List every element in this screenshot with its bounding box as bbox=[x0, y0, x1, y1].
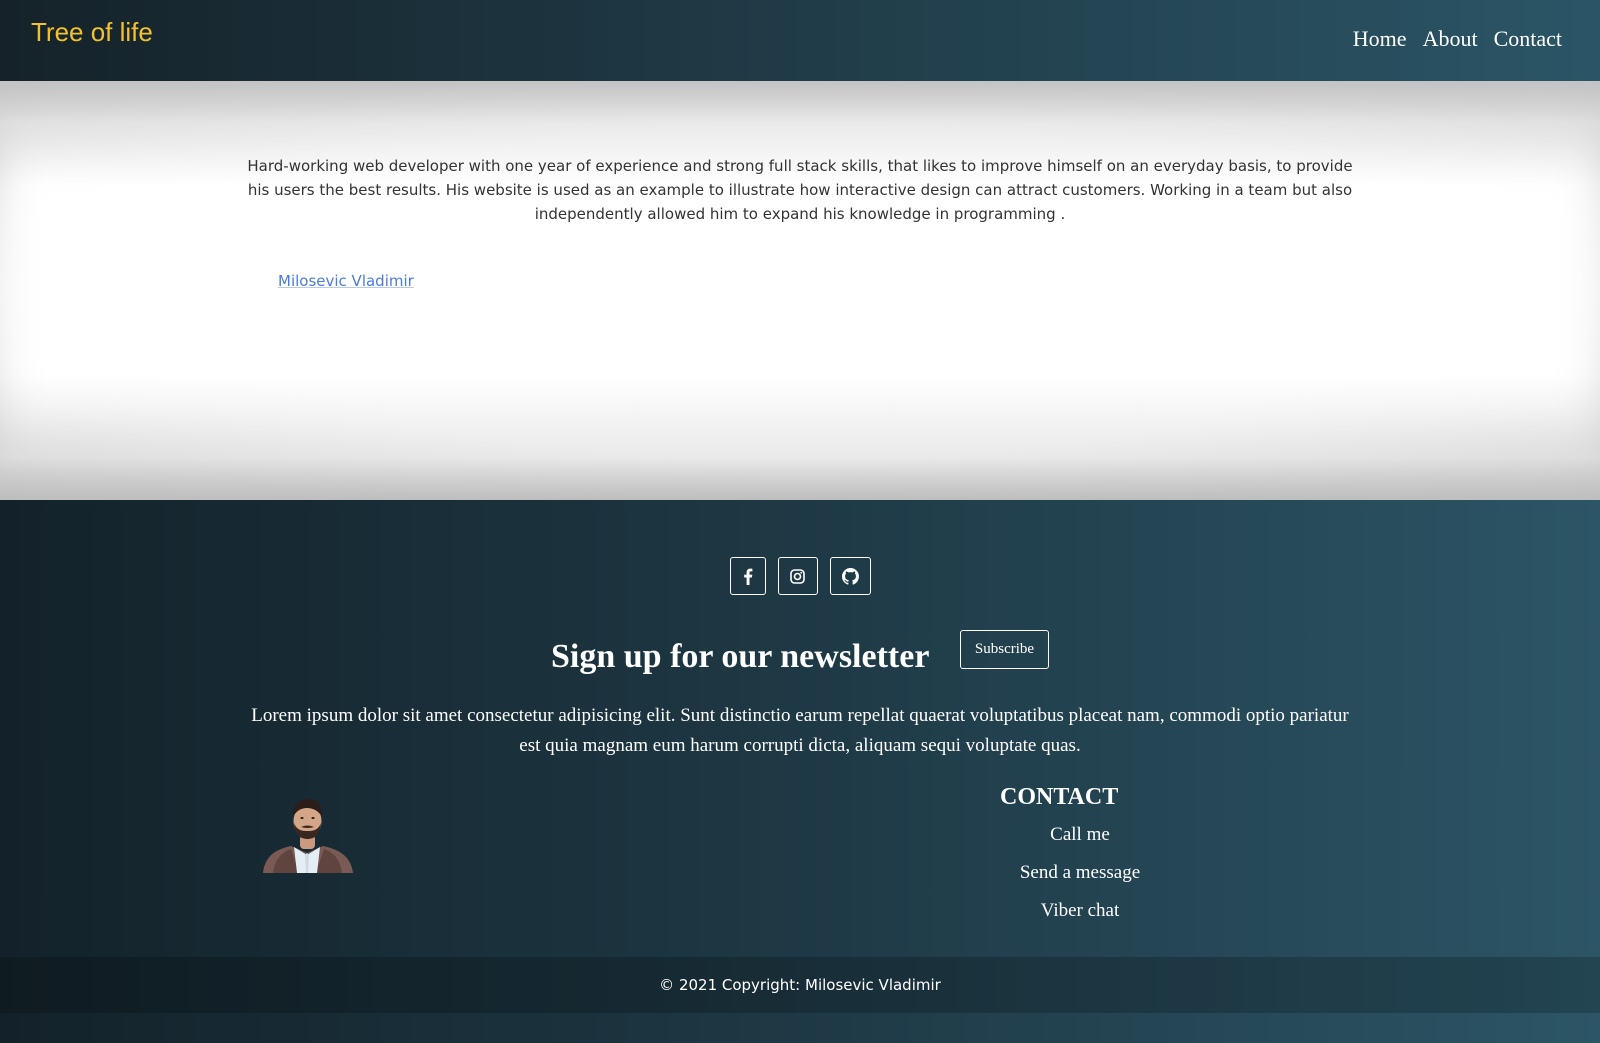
instagram-button[interactable] bbox=[777, 557, 818, 595]
avatar bbox=[261, 797, 354, 873]
newsletter-text: Lorem ipsum dolor sit amet consectetur a… bbox=[251, 705, 1349, 756]
github-button[interactable] bbox=[829, 557, 871, 595]
newsletter-title: Sign up for our newsletter bbox=[551, 638, 930, 675]
nav-link-contact[interactable]: Contact bbox=[1494, 26, 1562, 52]
copyright-bar: © 2021 Copyright: Milosevic Vladimir bbox=[0, 957, 1600, 1013]
contact-item-call[interactable]: Call me bbox=[960, 820, 1200, 858]
author-link[interactable]: Milosevic Vladimir bbox=[278, 272, 414, 290]
contact-list: Call me Send a message Viber chat bbox=[960, 820, 1200, 934]
about-background bbox=[0, 81, 1600, 500]
instagram-icon bbox=[790, 568, 805, 584]
contact-title: CONTACT bbox=[1000, 784, 1119, 810]
nav-links: Home About Contact bbox=[1353, 26, 1562, 52]
about-description: Hard-working web developer with one year… bbox=[247, 157, 1353, 223]
github-icon bbox=[841, 567, 859, 585]
subscribe-button[interactable]: Subscribe bbox=[960, 630, 1049, 669]
nav-link-home[interactable]: Home bbox=[1353, 26, 1407, 52]
contact-item-message[interactable]: Send a message bbox=[960, 858, 1200, 896]
brand-logo-link[interactable]: Tree of life bbox=[31, 17, 153, 48]
facebook-button[interactable] bbox=[729, 557, 766, 595]
navbar: Tree of life Home About Contact bbox=[0, 0, 1600, 81]
social-buttons bbox=[0, 557, 1600, 595]
contact-item-viber[interactable]: Viber chat bbox=[960, 896, 1200, 934]
about-section: Hard-working web developer with one year… bbox=[0, 81, 1600, 500]
nav-link-about[interactable]: About bbox=[1423, 26, 1478, 52]
facebook-icon bbox=[743, 568, 753, 585]
copyright-text: © 2021 Copyright: Milosevic Vladimir bbox=[659, 976, 941, 994]
